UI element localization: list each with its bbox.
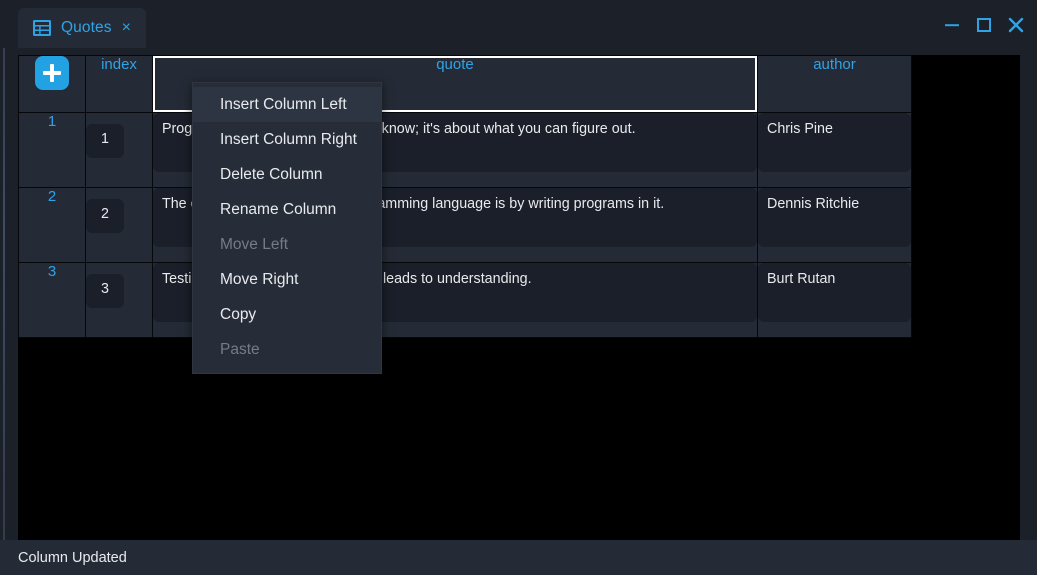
add-row-button[interactable] [35, 56, 69, 90]
row-number[interactable]: 3 [18, 262, 86, 338]
grid-body: 1 1 Programming isn't about what you kno… [18, 112, 912, 338]
cell-author[interactable]: Chris Pine [757, 112, 912, 188]
sheet-canvas: index quote author 1 1 Programming isn't… [18, 55, 1020, 540]
cell-value-index[interactable]: 2 [86, 199, 124, 233]
table-row: 2 2 The only way to learn a new programm… [18, 187, 912, 263]
tab-label: Quotes [61, 19, 112, 36]
cell-value-index[interactable]: 3 [86, 274, 124, 308]
row-number[interactable]: 1 [18, 112, 86, 188]
add-column-cell [18, 55, 86, 113]
cell-author[interactable]: Burt Rutan [757, 262, 912, 338]
menu-item-copy[interactable]: Copy [193, 297, 381, 332]
cell-value-index[interactable]: 1 [86, 124, 124, 158]
maximize-icon[interactable] [975, 16, 993, 34]
column-header-index[interactable]: index [85, 55, 153, 113]
column-header-author[interactable]: author [757, 55, 912, 113]
menu-item-insert-column-left[interactable]: Insert Column Left [193, 87, 381, 122]
menu-item-delete-column[interactable]: Delete Column [193, 157, 381, 192]
minimize-icon[interactable] [943, 16, 961, 34]
cell-index[interactable]: 1 [85, 112, 153, 188]
menu-item-move-left: Move Left [220, 236, 289, 253]
menu-item-insert-column-right[interactable]: Insert Column Right [193, 122, 381, 157]
table-grid-icon [32, 18, 52, 38]
header-row: index quote author [18, 55, 912, 113]
data-grid: index quote author 1 1 Programming isn't… [18, 55, 912, 338]
row-number[interactable]: 2 [18, 187, 86, 263]
tab-quotes[interactable]: Quotes × [18, 8, 146, 48]
tab-close-icon[interactable]: × [121, 20, 132, 36]
window-edge-accent [3, 0, 5, 575]
status-message: Column Updated [18, 549, 127, 566]
cell-value-author[interactable]: Dennis Ritchie [758, 188, 911, 247]
menu-item-rename-column[interactable]: Rename Column [193, 192, 381, 227]
cell-value-author[interactable]: Chris Pine [758, 113, 911, 172]
cell-value-author[interactable]: Burt Rutan [758, 263, 911, 322]
title-bar: Quotes × [0, 0, 1037, 48]
status-bar: Column Updated [0, 540, 1037, 575]
table-row: 3 3 Testing leads to failure, and failur… [18, 262, 912, 338]
cell-index[interactable]: 3 [85, 262, 153, 338]
menu-item-paste: Paste [220, 341, 260, 358]
column-context-menu: Insert Column Left Insert Column Right D… [192, 82, 382, 374]
close-icon[interactable] [1007, 16, 1025, 34]
application-window: Quotes × index quote author 1 1 Programm… [0, 0, 1037, 575]
cell-author[interactable]: Dennis Ritchie [757, 187, 912, 263]
cell-index[interactable]: 2 [85, 187, 153, 263]
window-controls [943, 16, 1025, 34]
table-row: 1 1 Programming isn't about what you kno… [18, 112, 912, 188]
menu-item-move-right[interactable]: Move Right [193, 262, 381, 297]
